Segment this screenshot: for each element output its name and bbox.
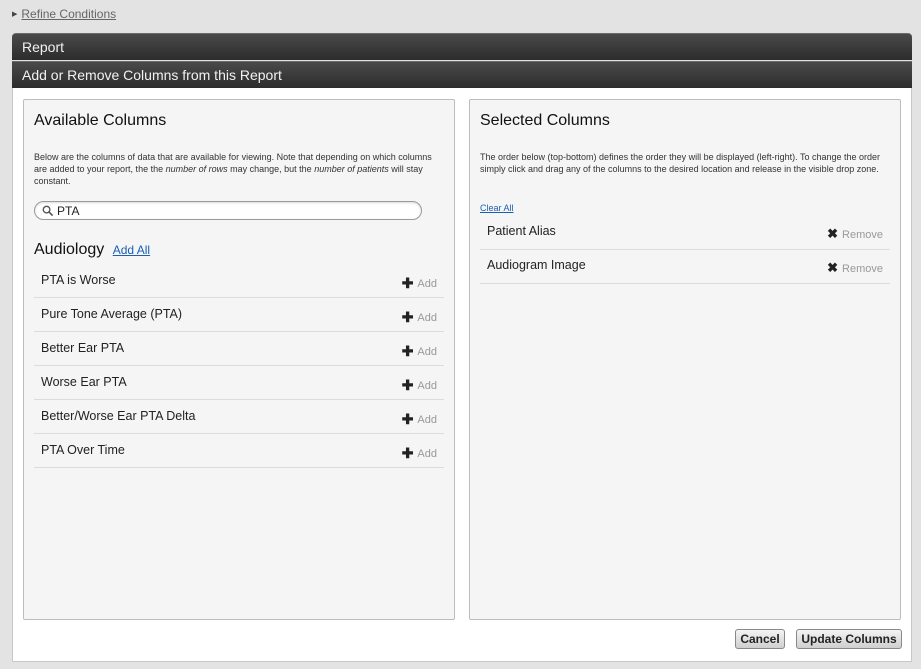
available-columns-description: Below are the columns of data that are a… (34, 151, 444, 187)
add-label: Add (417, 278, 437, 290)
list-item: PTA is Worse ✚ Add (34, 264, 444, 298)
selected-item-label: Audiogram Image (487, 258, 586, 272)
available-columns-title: Available Columns (34, 112, 167, 129)
refine-conditions-link[interactable]: Refine Conditions (21, 7, 116, 21)
list-item: Better Ear PTA ✚ Add (34, 332, 444, 366)
list-item: Pure Tone Average (PTA) ✚ Add (34, 298, 444, 332)
close-icon: ✖ (827, 260, 839, 275)
list-item-label: Better/Worse Ear PTA Delta (41, 409, 196, 423)
selected-columns-title: Selected Columns (480, 112, 610, 129)
remove-button[interactable]: ✖ Remove (827, 226, 883, 242)
list-item: Worse Ear PTA ✚ Add (34, 366, 444, 400)
plus-icon: ✚ (401, 445, 414, 461)
remove-label: Remove (842, 229, 883, 241)
add-label: Add (417, 380, 437, 392)
selected-columns-description: The order below (top-bottom) defines the… (480, 152, 881, 174)
plus-icon: ✚ (401, 309, 414, 325)
search-icon (42, 205, 53, 216)
add-button[interactable]: ✚ Add (402, 411, 437, 428)
selected-item-label: Patient Alias (487, 224, 556, 238)
add-button[interactable]: ✚ Add (402, 445, 437, 462)
selected-columns-panel: Selected Columns The order below (top-bo… (469, 99, 901, 620)
audiology-section-title: Audiology (34, 241, 105, 258)
list-item-label: Pure Tone Average (PTA) (41, 307, 183, 321)
audiology-section-header: Audiology Add All (34, 241, 150, 259)
update-columns-button[interactable]: Update Columns (796, 629, 902, 649)
desc-emphasis-patients: number of patients (314, 164, 389, 174)
triangle-right-icon: ▶ (12, 11, 18, 18)
list-item: PTA Over Time ✚ Add (34, 434, 444, 468)
clear-all-link[interactable]: Clear All (480, 203, 514, 213)
list-item: Better/Worse Ear PTA Delta ✚ Add (34, 400, 444, 434)
available-columns-list: PTA is Worse ✚ Add Pure Tone Average (PTA… (34, 264, 444, 468)
desc-emphasis-rows: number of rows (165, 164, 228, 174)
add-button[interactable]: ✚ Add (402, 377, 437, 394)
plus-icon: ✚ (401, 275, 414, 291)
add-button[interactable]: ✚ Add (402, 309, 437, 326)
plus-icon: ✚ (401, 377, 414, 393)
selected-columns-list: Patient Alias ✖ Remove Audiogram Image ✖ R… (480, 216, 890, 284)
remove-label: Remove (842, 263, 883, 275)
add-label: Add (417, 312, 437, 324)
add-label: Add (417, 414, 437, 426)
add-remove-columns-header: Add or Remove Columns from this Report (12, 61, 912, 88)
add-label: Add (417, 346, 437, 358)
add-button[interactable]: ✚ Add (402, 343, 437, 360)
plus-icon: ✚ (401, 411, 414, 427)
columns-dialog: Available Columns Below are the columns … (12, 88, 912, 662)
close-icon: ✖ (827, 226, 839, 241)
add-label: Add (417, 448, 437, 460)
add-button[interactable]: ✚ Add (402, 275, 437, 292)
search-input[interactable] (57, 203, 407, 218)
list-item-label: PTA is Worse (41, 273, 116, 287)
cancel-button[interactable]: Cancel (735, 629, 785, 649)
report-header: Report (12, 33, 912, 60)
add-all-link[interactable]: Add All (113, 243, 150, 257)
list-item-label: Better Ear PTA (41, 341, 125, 355)
column-search-box[interactable] (34, 201, 422, 220)
list-item-label: Worse Ear PTA (41, 375, 127, 389)
refine-conditions-toggle[interactable]: ▶ Refine Conditions (12, 7, 116, 21)
selected-list-item[interactable]: Patient Alias ✖ Remove (480, 216, 890, 250)
available-columns-panel: Available Columns Below are the columns … (23, 99, 455, 620)
selected-list-item[interactable]: Audiogram Image ✖ Remove (480, 250, 890, 284)
list-item-label: PTA Over Time (41, 443, 125, 457)
plus-icon: ✚ (401, 343, 414, 359)
remove-button[interactable]: ✖ Remove (827, 260, 883, 276)
desc-text-2: may change, but the (227, 164, 315, 174)
